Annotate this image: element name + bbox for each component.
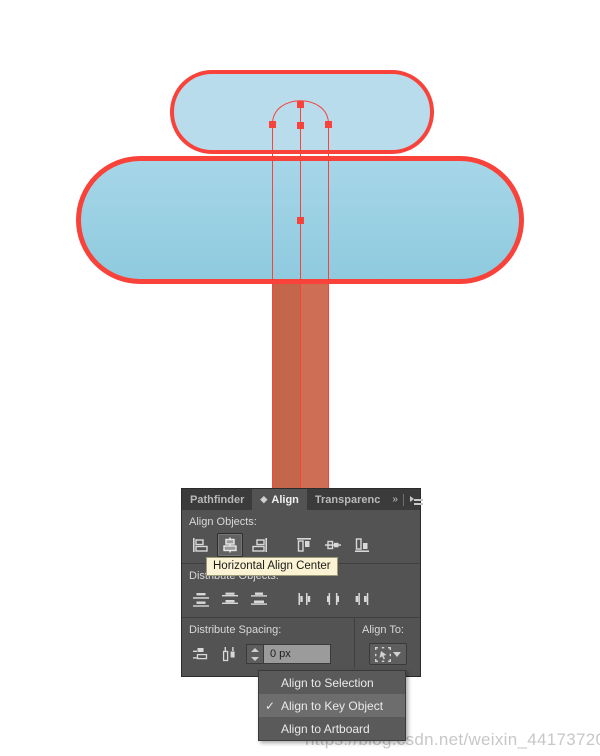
- horizontal-distribute-left-button[interactable]: [291, 587, 317, 611]
- check-icon: ✓: [265, 698, 276, 713]
- tooltip-text: Horizontal Align Center: [213, 560, 331, 572]
- spacing-stepper[interactable]: [246, 644, 263, 664]
- tooltip: Horizontal Align Center: [206, 557, 338, 576]
- check-icon: ✓: [265, 722, 281, 736]
- align-to-dropdown-button[interactable]: [368, 643, 407, 665]
- horizontal-distribute-space-button[interactable]: [217, 642, 243, 666]
- vertical-distribute-center-button[interactable]: [217, 587, 243, 611]
- path-anchor-point[interactable]: [297, 101, 304, 108]
- trunk-rectangle[interactable]: [273, 265, 328, 501]
- panel-tab-bar[interactable]: Pathfinder ◆ Align Transparenc »: [182, 489, 423, 510]
- spacing-value-input[interactable]: 0 px: [263, 644, 331, 664]
- check-icon: ✓: [265, 676, 281, 690]
- menu-item-align-to-artboard[interactable]: ✓ Align to Artboard: [259, 717, 405, 740]
- horizontal-align-left-button[interactable]: [188, 533, 214, 557]
- menu-item-label: Align to Key Object: [281, 698, 384, 713]
- vertical-align-top-button[interactable]: [291, 533, 317, 557]
- panel-header-icons: »: [388, 489, 430, 510]
- align-objects-row: [182, 532, 420, 558]
- menu-item-align-to-key-object[interactable]: ✓ Align to Key Object: [259, 694, 405, 717]
- distribute-objects-row: [182, 586, 420, 612]
- align-panel[interactable]: Pathfinder ◆ Align Transparenc » Align O…: [182, 489, 423, 676]
- vertical-distribute-top-button[interactable]: [188, 587, 214, 611]
- align-to-controls: [355, 640, 420, 668]
- stepper-down-arrow-icon[interactable]: [251, 656, 259, 661]
- tab-pathfinder-label: Pathfinder: [190, 493, 245, 506]
- illustrator-canvas: Pathfinder ◆ Align Transparenc » Align O…: [0, 0, 600, 756]
- align-to-column: Align To:: [354, 618, 420, 668]
- menu-item-label: Align to Artboard: [281, 721, 370, 736]
- tab-grip-icon: ◆: [260, 494, 268, 504]
- panel-menu-icon[interactable]: [409, 495, 423, 505]
- align-to-label: Align To:: [362, 624, 404, 636]
- tab-align-label: Align: [271, 493, 299, 506]
- tab-pathfinder[interactable]: Pathfinder: [182, 489, 252, 510]
- horizontal-distribute-right-button[interactable]: [349, 587, 375, 611]
- distribute-spacing-section: Distribute Spacing: 0 px Align To:: [182, 618, 420, 668]
- header-divider: [402, 493, 404, 506]
- vertical-distribute-bottom-button[interactable]: [246, 587, 272, 611]
- path-anchor-point[interactable]: [325, 121, 332, 128]
- stepper-up-arrow-icon[interactable]: [251, 647, 259, 652]
- vertical-align-bottom-button[interactable]: [349, 533, 375, 557]
- horizontal-distribute-center-button[interactable]: [320, 587, 346, 611]
- menu-item-align-to-selection[interactable]: ✓ Align to Selection: [259, 671, 405, 694]
- distribute-spacing-controls: 0 px: [182, 640, 354, 668]
- align-to-menu[interactable]: ✓ Align to Selection ✓ Align to Key Obje…: [258, 670, 406, 741]
- vertical-align-center-button[interactable]: [320, 533, 346, 557]
- rounded-rect-top[interactable]: [170, 70, 434, 154]
- spacing-value-text: 0 px: [270, 648, 291, 660]
- tab-align[interactable]: ◆ Align: [252, 489, 307, 510]
- trunk-left-half: [273, 265, 300, 501]
- tab-transparency[interactable]: Transparenc: [307, 489, 388, 510]
- align-objects-label: Align Objects:: [189, 516, 257, 528]
- horizontal-align-right-button[interactable]: [246, 533, 272, 557]
- horizontal-align-center-button[interactable]: [217, 533, 243, 557]
- collapse-double-chevron-icon[interactable]: »: [392, 494, 397, 505]
- align-to-key-object-icon: [374, 646, 391, 662]
- tab-transparency-label: Transparenc: [314, 493, 381, 506]
- vertical-distribute-space-button[interactable]: [188, 642, 214, 666]
- path-anchor-point[interactable]: [297, 122, 304, 129]
- distribute-spacing-label: Distribute Spacing:: [189, 624, 282, 636]
- path-anchor-point[interactable]: [297, 217, 304, 224]
- menu-item-label: Align to Selection: [281, 675, 374, 690]
- chevron-down-icon[interactable]: [392, 651, 401, 657]
- distribute-spacing-column: Distribute Spacing: 0 px: [182, 618, 354, 668]
- path-anchor-point[interactable]: [269, 121, 276, 128]
